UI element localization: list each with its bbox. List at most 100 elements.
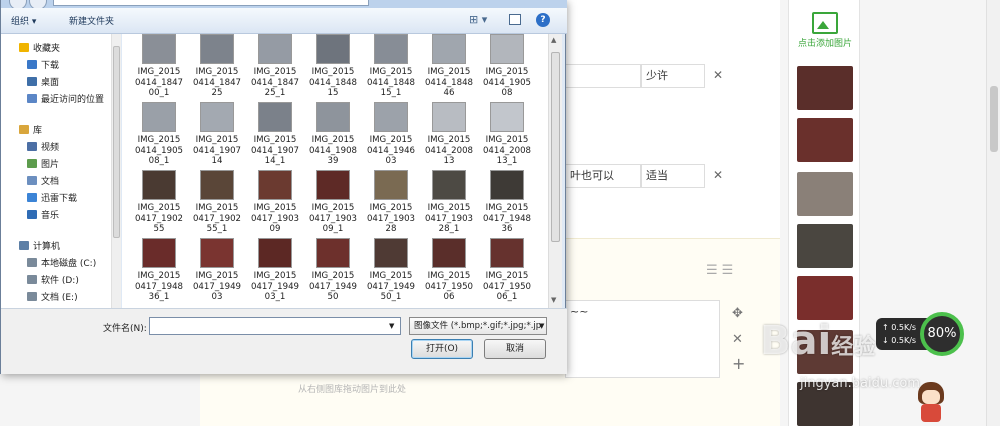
file-name-line: 08_1 (148, 156, 170, 166)
file-item[interactable]: IMG_2015 0414_1946 03 (362, 102, 420, 167)
file-name-line: 0414_1905 (134, 145, 184, 156)
library-image[interactable] (797, 276, 853, 320)
drag-image-hint: 从右侧图库拖动图片到此处 (298, 385, 407, 395)
file-item[interactable]: IMG_2015 0414_1905 08 (478, 34, 536, 99)
nav-item[interactable]: 文档 (27, 175, 59, 189)
page-scrollbar[interactable] (986, 0, 1000, 426)
nav-item[interactable]: 音乐 (27, 209, 59, 223)
nav-item[interactable]: 文档 (E:) (27, 291, 78, 305)
file-item[interactable]: IMG_2015 0417_1903 28 (362, 170, 420, 235)
file-name-line: 0417_1949 (250, 281, 300, 292)
step-text-input[interactable]: ~~ (565, 300, 720, 378)
change-view-icon[interactable]: ⊞ ▾ (469, 13, 487, 26)
file-name-line: 03_1 (264, 292, 286, 302)
file-item[interactable]: IMG_2015 0417_1948 36_1 (130, 238, 188, 303)
add-image-button[interactable]: 点击添加图片 (789, 8, 861, 49)
file-item[interactable]: IMG_2015 0417_1903 28_1 (420, 170, 478, 235)
delete-step-icon[interactable]: ✕ (732, 332, 743, 347)
file-item[interactable]: IMG_2015 0417_1902 55 (130, 170, 188, 235)
remove-ingredient-icon[interactable]: ✕ (713, 168, 723, 182)
file-list-scrollbar[interactable]: ▲ ▼ (548, 34, 562, 308)
nav-item[interactable]: 桌面 (27, 76, 59, 90)
nav-item[interactable]: 图片 (27, 158, 59, 172)
baidu-watermark-url: jingyan.baidu.com (800, 376, 920, 391)
library-image[interactable] (797, 224, 853, 268)
file-name-line: 39 (327, 156, 339, 166)
nav-item[interactable]: 迅雷下载 (27, 192, 77, 206)
file-item[interactable]: IMG_2015 0414_1847 25_1 (246, 34, 304, 99)
file-item[interactable]: IMG_2015 0417_1949 50 (304, 238, 362, 303)
file-item[interactable]: IMG_2015 0414_1848 46 (420, 34, 478, 99)
ingredient-amount-input[interactable]: 适当 (641, 164, 705, 188)
file-item[interactable]: IMG_2015 0414_1907 14 (188, 102, 246, 167)
file-name-line: 28 (385, 224, 397, 234)
help-icon[interactable]: ? (536, 13, 550, 27)
ingredient-name-input[interactable] (565, 64, 641, 88)
file-item[interactable]: IMG_2015 0417_1948 36 (478, 170, 536, 235)
file-item[interactable]: IMG_2015 0417_1949 03_1 (246, 238, 304, 303)
file-name-line: 0417_1950 (424, 281, 474, 292)
library-image[interactable] (797, 118, 853, 162)
filename-input[interactable] (149, 317, 401, 335)
nav-scroll-thumb[interactable] (113, 46, 120, 238)
file-name-line: 06 (443, 292, 455, 302)
file-name-line: IMG_2015 (195, 203, 239, 213)
file-open-dialog: 组织 ▾ 新建文件夹 ⊞ ▾ ? 收藏夹下载桌面最近访问的位置库视频图片文档迅雷… (0, 0, 567, 374)
address-bar[interactable] (53, 0, 369, 6)
file-item[interactable]: IMG_2015 0414_1847 25 (188, 34, 246, 99)
filetype-dropdown-icon[interactable]: ▼ (539, 322, 544, 330)
file-item[interactable]: IMG_2015 0417_1950 06 (420, 238, 478, 303)
file-item[interactable]: IMG_2015 0414_1847 00_1 (130, 34, 188, 99)
file-item[interactable]: IMG_2015 0414_1907 14_1 (246, 102, 304, 167)
file-item[interactable]: IMG_2015 0414_1905 08_1 (130, 102, 188, 167)
organize-button[interactable]: 组织 ▾ (11, 14, 36, 27)
list-format-icon[interactable]: ☰☰ (706, 263, 737, 278)
file-item[interactable]: IMG_2015 0417_1949 03 (188, 238, 246, 303)
file-name-line: 0414_1907 (250, 145, 300, 156)
open-button[interactable]: 打开(O) (411, 339, 473, 359)
filetype-select[interactable]: 图像文件 (*.bmp;*.gif;*.jpg;*.jp (409, 317, 547, 335)
nav-item[interactable]: 软件 (D:) (27, 274, 79, 288)
nav-item[interactable]: 收藏夹 (19, 42, 60, 56)
ingredient-name-input[interactable]: 叶也可以 (565, 164, 641, 188)
scroll-up-icon[interactable]: ▲ (551, 36, 556, 44)
move-step-icon[interactable]: ✥ (732, 306, 743, 321)
file-item[interactable]: IMG_2015 0417_1903 09_1 (304, 170, 362, 235)
nav-item[interactable]: 下载 (27, 59, 59, 73)
new-folder-button[interactable]: 新建文件夹 (69, 14, 114, 27)
file-item[interactable]: IMG_2015 0414_1848 15_1 (362, 34, 420, 99)
file-item[interactable]: IMG_2015 0414_1908 39 (304, 102, 362, 167)
preview-pane-icon[interactable] (509, 14, 521, 25)
file-name-line: IMG_2015 (253, 67, 297, 77)
file-name-line: 0414_1907 (192, 145, 242, 156)
file-item[interactable]: IMG_2015 0414_1848 15 (304, 34, 362, 99)
file-name-line: 36 (501, 224, 513, 234)
file-name-line: 0417_1902 (192, 213, 242, 224)
add-step-icon[interactable]: + (732, 354, 745, 373)
nav-item[interactable]: 计算机 (19, 240, 60, 254)
nav-scrollbar[interactable] (111, 34, 121, 308)
image-thumbnail (258, 170, 292, 200)
filename-dropdown-icon[interactable]: ▼ (389, 322, 394, 330)
nav-item[interactable]: 本地磁盘 (C:) (27, 257, 96, 271)
file-name-line: 46 (443, 88, 455, 98)
file-item[interactable]: IMG_2015 0414_2008 13_1 (478, 102, 536, 167)
nav-item[interactable]: 最近访问的位置 (27, 93, 104, 107)
file-item[interactable]: IMG_2015 0417_1949 50_1 (362, 238, 420, 303)
file-item[interactable]: IMG_2015 0417_1903 09 (246, 170, 304, 235)
page-scroll-thumb[interactable] (990, 86, 998, 152)
ingredient-amount-input[interactable]: 少许 (641, 64, 705, 88)
nav-item[interactable]: 库 (19, 124, 42, 138)
remove-ingredient-icon[interactable]: ✕ (713, 68, 723, 82)
file-item[interactable]: IMG_2015 0417_1902 55_1 (188, 170, 246, 235)
file-item[interactable]: IMG_2015 0414_2008 13 (420, 102, 478, 167)
library-image[interactable] (797, 66, 853, 110)
cancel-button[interactable]: 取消 (484, 339, 546, 359)
scroll-down-icon[interactable]: ▼ (551, 296, 556, 304)
nav-item[interactable]: 视频 (27, 141, 59, 155)
network-speed-widget[interactable]: ↑ 0.5K/s ↓ 0.5K/s 80% (876, 312, 966, 356)
file-name-line: 0417_1950 (482, 281, 532, 292)
library-image[interactable] (797, 172, 853, 216)
file-item[interactable]: IMG_2015 0417_1950 06_1 (478, 238, 536, 303)
file-list-scroll-thumb[interactable] (551, 52, 560, 242)
